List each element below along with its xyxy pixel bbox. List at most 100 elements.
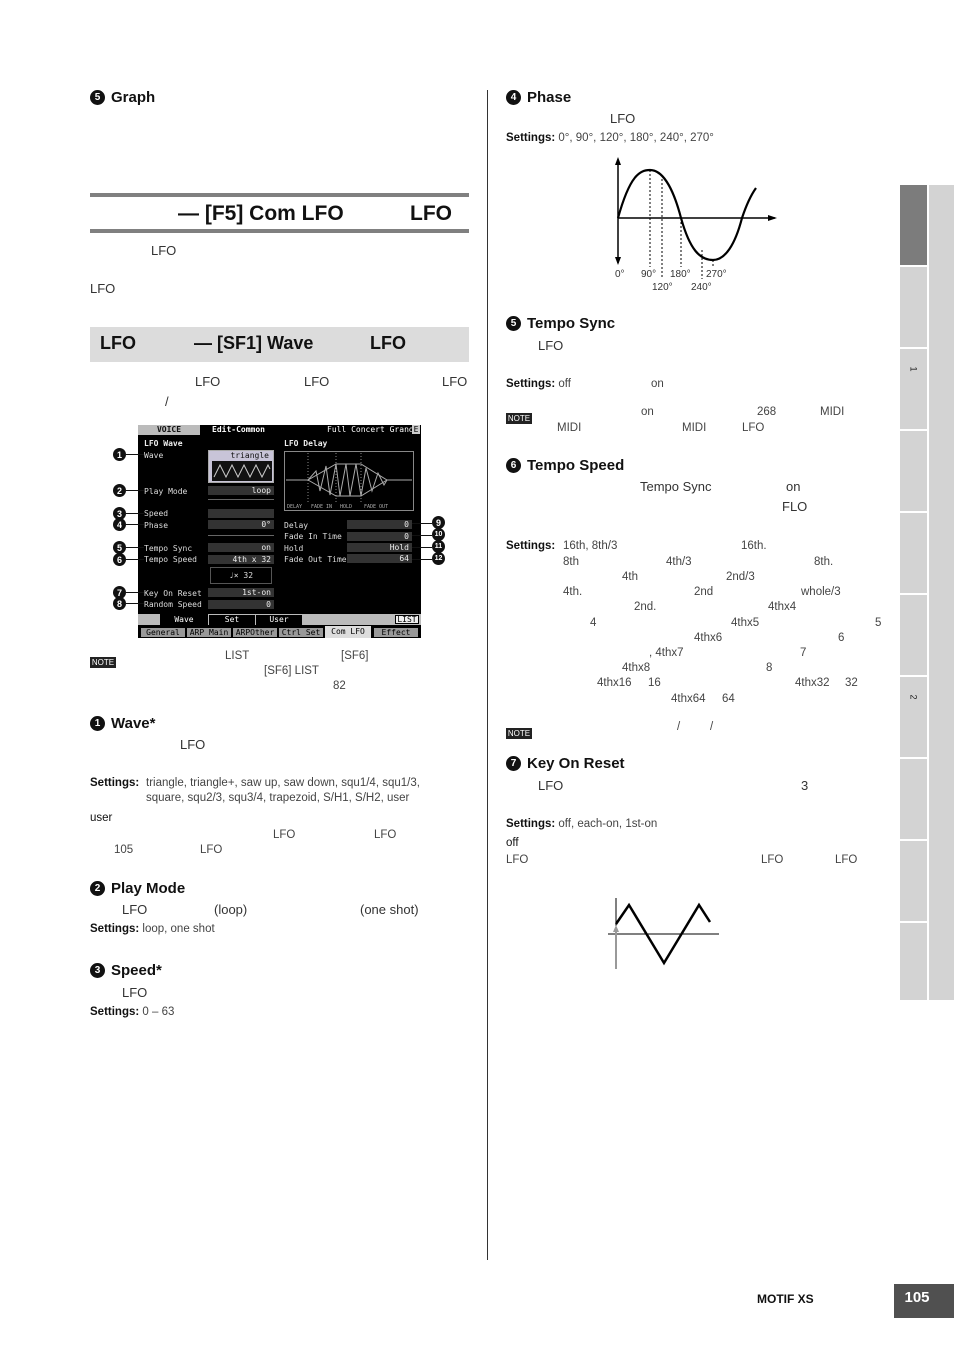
- callout-line: [126, 524, 144, 525]
- note-text: 268: [757, 406, 777, 418]
- sf1-intro-text: LFO: [195, 374, 221, 389]
- phase-label: 240°: [691, 282, 712, 293]
- lcd-main-tab-com-lfo[interactable]: Com LFO: [325, 626, 371, 638]
- tempo-speed-value: 8: [766, 662, 773, 674]
- lfo-delay-graph: DELAY FADE IN HOLD FADE OUT: [284, 451, 414, 511]
- tempo-speed-heading: 6 Tempo Speed: [506, 457, 624, 474]
- arrow-down-icon: [615, 257, 621, 265]
- number-badge: 5: [506, 316, 521, 331]
- phase-label: 180°: [670, 269, 691, 280]
- key-on-reset-diagram: [608, 898, 719, 969]
- play-mode-text: (loop): [214, 902, 248, 917]
- key-on-reset-text: LFO: [506, 854, 529, 866]
- note-text: [SF6]: [341, 650, 369, 662]
- lcd-param-label: Tempo Speed: [144, 555, 197, 564]
- lcd-right-title: LFO Delay: [284, 439, 328, 448]
- note-text: /: [710, 721, 714, 733]
- side-tab[interactable]: [900, 267, 927, 347]
- tempo-speed-value: 16: [648, 677, 661, 689]
- tempo-speed-value: , 4thx7: [649, 647, 684, 659]
- phase-desc: LFO: [610, 111, 636, 126]
- lcd-param-value: Hold: [347, 543, 412, 552]
- tempo-speed-value: 2nd.: [634, 601, 657, 613]
- tempo-speed-value: 7: [800, 647, 807, 659]
- key-on-reset-desc: LFO: [538, 778, 564, 793]
- lcd-param-label: Key On Reset: [144, 589, 202, 598]
- number-badge: 1: [90, 716, 105, 731]
- side-tab[interactable]: [900, 431, 927, 511]
- lcd-param-label: Wave: [144, 451, 164, 460]
- lcd-main-tab-arp-other[interactable]: ARPOther: [233, 628, 277, 637]
- callout-line: [126, 559, 144, 560]
- delay-graph-label: HOLD: [340, 504, 352, 510]
- callout-badge: 6: [113, 553, 126, 566]
- lcd-wave-selector: triangle: [208, 450, 274, 483]
- lcd-sub-tab-wave[interactable]: Wave: [160, 614, 208, 625]
- note-icon: NOTE: [90, 657, 116, 669]
- phase-label: 270°: [706, 269, 727, 280]
- tempo-speed-text: FLO: [782, 499, 808, 514]
- key-on-reset-settings: Settings: off, each-on, 1st-on: [506, 818, 658, 830]
- callout-line: [126, 490, 144, 491]
- lcd-header: VOICE Edit-Common Full Concert Grand E: [138, 425, 421, 435]
- sf1-section-bar: LFO — [SF1] Wave LFO: [90, 327, 469, 362]
- callout-line: [126, 547, 144, 548]
- lcd-main-tab-effect[interactable]: Effect: [374, 628, 418, 637]
- lcd-param-label: Hold: [284, 544, 304, 553]
- side-tab[interactable]: [900, 759, 927, 839]
- page-number: 105: [894, 1284, 954, 1318]
- lcd-sub-tab-user[interactable]: User: [256, 615, 302, 625]
- heading-label: Tempo Speed: [527, 457, 625, 474]
- lcd-main-tab-ctrl-set[interactable]: Ctrl Set: [279, 628, 323, 637]
- speed-heading: 3 Speed*: [90, 962, 162, 979]
- lcd-sub-tab-bar: Wave Set User LIST: [138, 614, 421, 625]
- note-text: LFO: [742, 422, 765, 434]
- lcd-wave-value: triangle: [230, 451, 269, 460]
- lcd-tempo-note: ♩× 32: [210, 567, 272, 584]
- side-tab[interactable]: [900, 841, 927, 921]
- side-tab-active[interactable]: [900, 185, 927, 265]
- graph-heading: 5 Graph: [90, 89, 155, 106]
- lcd-divider: [208, 499, 274, 500]
- wave-text: LFO: [273, 829, 296, 841]
- lcd-sub-tab-set[interactable]: Set: [209, 615, 255, 625]
- tempo-speed-value: 5: [875, 617, 882, 629]
- callout-line: [126, 592, 144, 593]
- wave-text: LFO: [200, 844, 223, 856]
- lcd-param-label: Speed: [144, 509, 169, 518]
- side-tab[interactable]: 2: [900, 677, 927, 757]
- lcd-param-value: 0: [347, 520, 412, 529]
- heading-label: Tempo Sync: [527, 315, 616, 332]
- play-mode-settings: Settings: loop, one shot: [90, 923, 215, 935]
- side-tab[interactable]: 1: [900, 349, 927, 429]
- side-tab[interactable]: [900, 595, 927, 675]
- wave-settings: Settings:: [90, 777, 140, 789]
- wave-user: user: [90, 812, 113, 824]
- lcd-list-button[interactable]: LIST: [395, 615, 419, 624]
- tempo-speed-value: 4: [590, 617, 597, 629]
- heading-label: Phase: [527, 89, 572, 106]
- side-tab[interactable]: [900, 513, 927, 593]
- phase-label: 0°: [615, 269, 625, 280]
- f5-intro-text: LFO: [151, 243, 177, 258]
- callout-badge: 4: [113, 518, 126, 531]
- key-on-reset-heading: 7 Key On Reset: [506, 755, 625, 772]
- lcd-divider: [208, 535, 274, 536]
- callout-badge: 1: [113, 448, 126, 461]
- lcd-main-tab-general[interactable]: General: [141, 628, 185, 637]
- lcd-param-label: Phase: [144, 521, 169, 530]
- lcd-param-label: Tempo Sync: [144, 544, 193, 553]
- lcd-left-title: LFO Wave: [144, 439, 183, 448]
- sf1-intro-text: /: [165, 394, 169, 409]
- tempo-speed-value: 4th.: [563, 586, 583, 598]
- side-tab[interactable]: [900, 923, 927, 1000]
- note-text: LIST: [225, 650, 250, 662]
- lcd-mode-tab: VOICE: [138, 425, 200, 435]
- lcd-param-label: Fade Out Time: [284, 555, 347, 564]
- tempo-speed-value: 32: [845, 677, 858, 689]
- delay-graph-label: DELAY: [287, 504, 302, 510]
- tempo-speed-value: 16th, 8th/3: [563, 540, 618, 552]
- lcd-main-tab-arp-main[interactable]: ARP Main: [187, 628, 231, 637]
- tempo-speed-value: 4thx64: [671, 693, 706, 705]
- wave-text: 105: [114, 844, 134, 856]
